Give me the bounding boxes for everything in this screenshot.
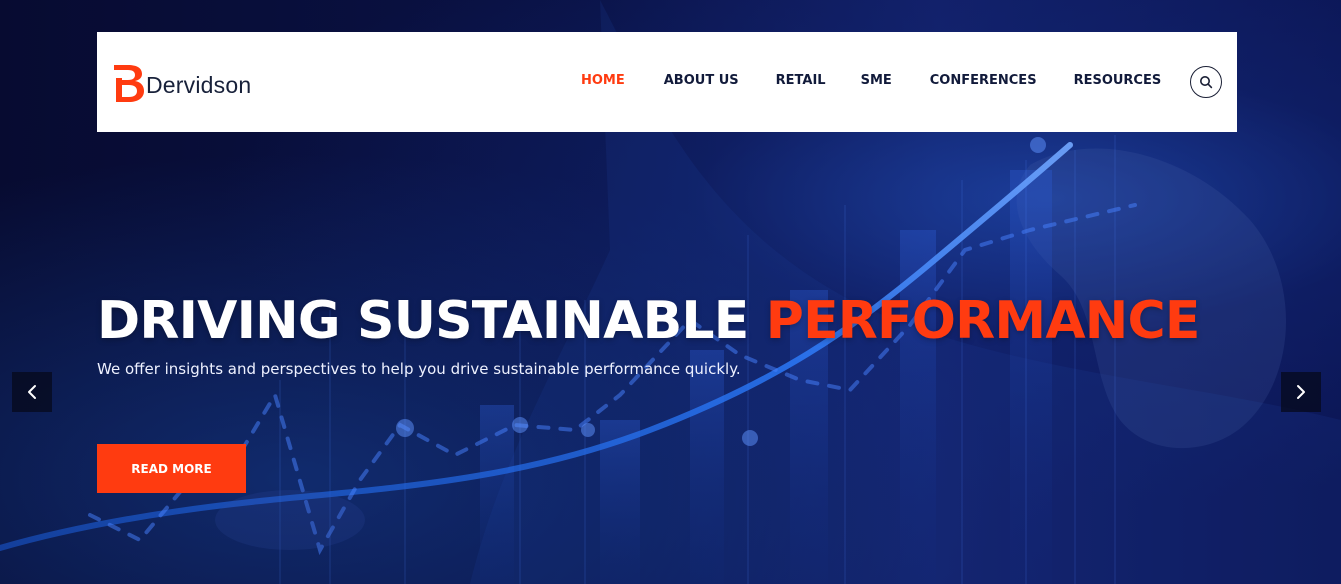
background-bar <box>480 405 514 584</box>
background-data-point <box>742 430 758 446</box>
hero-banner: Dervidson HOME ABOUT US RETAIL SME CONFE… <box>0 0 1341 584</box>
primary-navigation: HOME ABOUT US RETAIL SME CONFERENCES RES… <box>581 73 1161 88</box>
hero-headline-accent: PERFORMANCE <box>765 290 1201 351</box>
background-lower-glow <box>215 490 365 550</box>
background-bar <box>1010 170 1052 584</box>
nav-retail[interactable]: RETAIL <box>776 73 826 88</box>
background-data-point <box>396 419 414 437</box>
chevron-right-icon <box>1297 385 1305 399</box>
background-data-point <box>512 417 528 433</box>
logo-mark-icon <box>114 65 144 102</box>
hero-headline-main: DRIVING SUSTAINABLE <box>97 290 766 351</box>
site-header: Dervidson HOME ABOUT US RETAIL SME CONFE… <box>97 32 1237 132</box>
previous-slide-button[interactable] <box>12 372 52 412</box>
background-data-point <box>581 423 595 437</box>
nav-sme[interactable]: SME <box>861 73 892 88</box>
background-bar <box>690 350 724 584</box>
read-more-button[interactable]: READ MORE <box>97 444 246 493</box>
background-bar <box>600 420 640 584</box>
background-data-point <box>1030 137 1046 153</box>
nav-resources[interactable]: RESOURCES <box>1074 73 1162 88</box>
chevron-left-icon <box>28 385 36 399</box>
hero-subtitle: We offer insights and perspectives to he… <box>97 360 741 378</box>
nav-about-us[interactable]: ABOUT US <box>664 73 739 88</box>
background-bar <box>900 230 936 584</box>
hero-headline: DRIVING SUSTAINABLE PERFORMANCE <box>97 287 1237 355</box>
brand-logo[interactable]: Dervidson <box>112 57 262 105</box>
brand-name: Dervidson <box>146 71 252 98</box>
search-button[interactable] <box>1190 66 1222 98</box>
next-slide-button[interactable] <box>1281 372 1321 412</box>
search-icon <box>1200 76 1213 89</box>
nav-home[interactable]: HOME <box>581 73 625 88</box>
nav-conferences[interactable]: CONFERENCES <box>930 73 1037 88</box>
